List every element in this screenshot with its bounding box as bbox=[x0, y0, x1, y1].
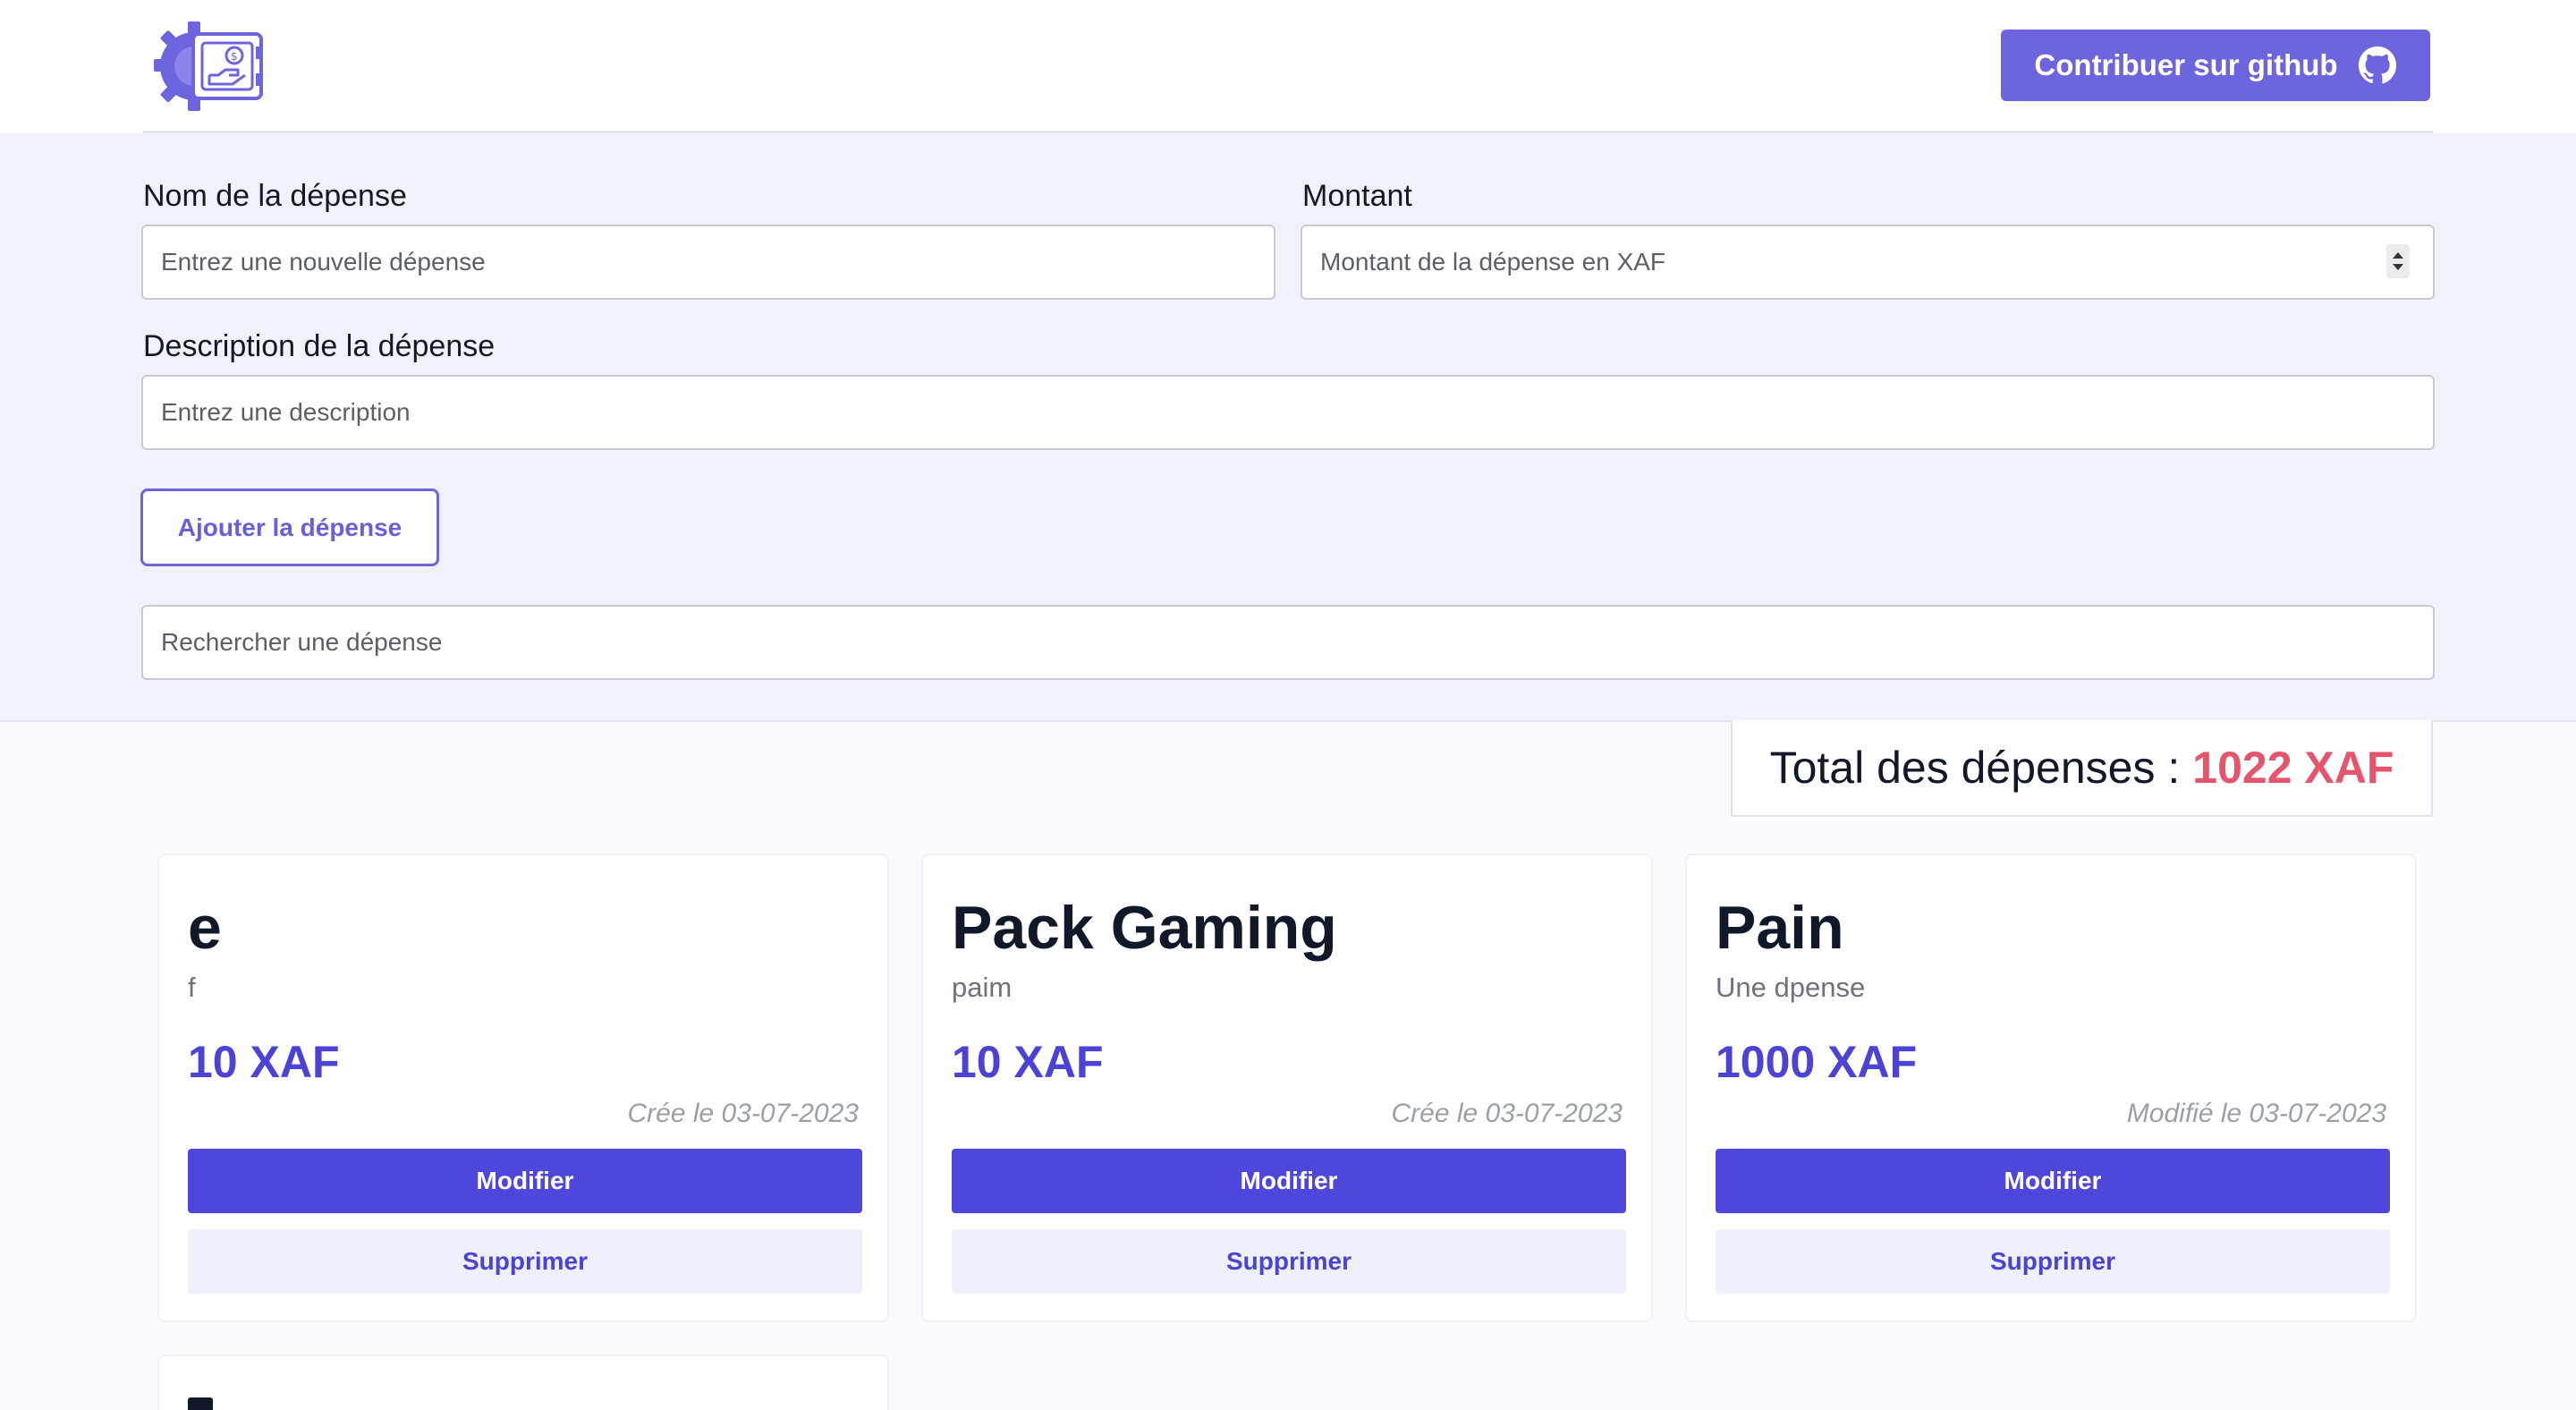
expense-amount: 10 XAF bbox=[188, 1037, 340, 1087]
expense-description-input[interactable] bbox=[141, 375, 2435, 450]
expense-amount-input[interactable] bbox=[1301, 225, 2435, 300]
total-expenses: Total des dépenses : 1022 XAF bbox=[1731, 720, 2433, 817]
expense-title: e bbox=[188, 894, 222, 962]
expense-card: Pain Une dpense 1000 XAF Modifié le 03-0… bbox=[1685, 854, 2417, 1322]
stepper-down-icon[interactable] bbox=[2393, 264, 2403, 270]
total-label: Total des dépenses : bbox=[1769, 743, 2181, 793]
delete-expense-button[interactable]: Supprimer bbox=[1716, 1229, 2390, 1294]
expense-card: e f 10 XAF Crée le 03-07-2023 Modifier S… bbox=[157, 854, 889, 1322]
expense-amount: 1000 XAF bbox=[1716, 1037, 1918, 1087]
expense-amount: 10 XAF bbox=[952, 1037, 1104, 1087]
amount-stepper[interactable] bbox=[2386, 244, 2410, 278]
delete-expense-button[interactable]: Supprimer bbox=[952, 1229, 1626, 1294]
total-amount: 1022 XAF bbox=[2192, 743, 2394, 793]
name-label: Nom de la dépense bbox=[143, 179, 407, 213]
amount-label: Montant bbox=[1302, 179, 1412, 213]
stepper-up-icon[interactable] bbox=[2393, 252, 2403, 259]
expense-description: f bbox=[188, 972, 196, 1003]
expense-card-partial bbox=[157, 1355, 889, 1410]
expense-date: Modifié le 03-07-2023 bbox=[2126, 1099, 2386, 1128]
expense-name-input[interactable] bbox=[141, 225, 1275, 300]
top-header: $ Contribuer sur github bbox=[0, 0, 2576, 132]
expense-form: Nom de la dépense Montant Description de… bbox=[0, 133, 2576, 722]
contribute-github-button[interactable]: Contribuer sur github bbox=[2001, 30, 2430, 101]
edit-expense-button[interactable]: Modifier bbox=[188, 1149, 862, 1213]
description-label: Description de la dépense bbox=[143, 329, 496, 363]
expense-date: Crée le 03-07-2023 bbox=[627, 1099, 859, 1128]
expense-card: Pack Gaming paim 10 XAF Crée le 03-07-20… bbox=[921, 854, 1653, 1322]
edit-expense-button[interactable]: Modifier bbox=[1716, 1149, 2390, 1213]
expense-title: Pain bbox=[1716, 894, 1844, 962]
search-expense-input[interactable] bbox=[141, 605, 2435, 680]
safe-money-gear-icon[interactable]: $ bbox=[152, 20, 268, 113]
github-icon bbox=[2358, 46, 2396, 84]
add-expense-button[interactable]: Ajouter la dépense bbox=[140, 488, 439, 566]
delete-expense-button[interactable]: Supprimer bbox=[188, 1229, 862, 1294]
expense-date: Crée le 03-07-2023 bbox=[1391, 1099, 1623, 1128]
github-button-label: Contribuer sur github bbox=[2034, 48, 2338, 81]
expense-title-partial bbox=[188, 1397, 213, 1410]
edit-expense-button[interactable]: Modifier bbox=[952, 1149, 1626, 1213]
svg-text:$: $ bbox=[231, 50, 238, 63]
expense-title: Pack Gaming bbox=[952, 894, 1337, 962]
expense-description: paim bbox=[952, 972, 1013, 1003]
expense-description: Une dpense bbox=[1716, 972, 1866, 1003]
